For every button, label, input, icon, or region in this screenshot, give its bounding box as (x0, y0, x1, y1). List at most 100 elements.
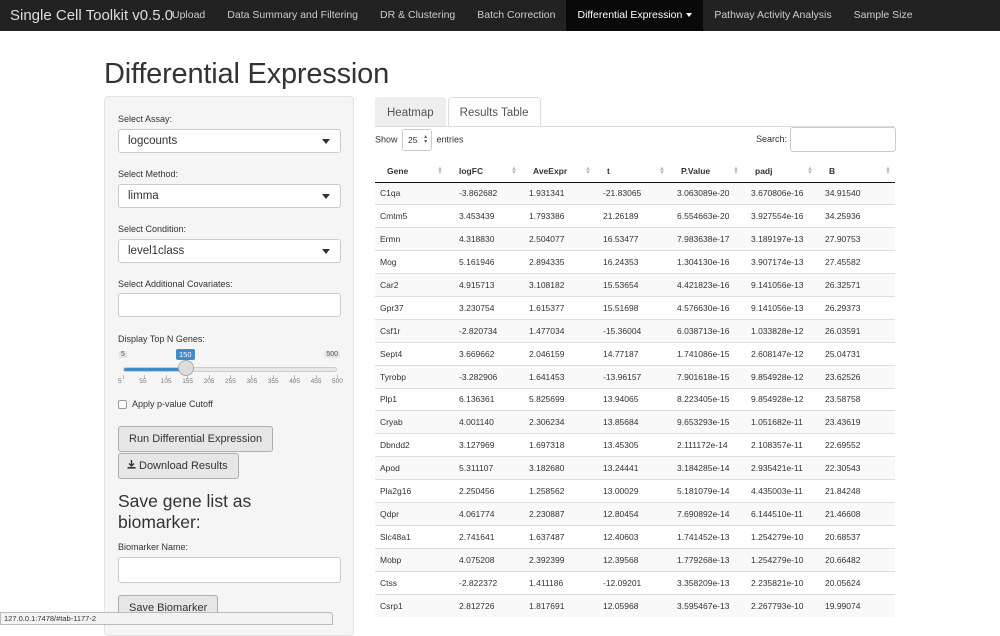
nav-differential-expression[interactable]: Differential Expression (566, 0, 704, 31)
table-row[interactable]: Cryab 4.001140 2.306234 13.85684 9.653293e-1… (375, 410, 895, 434)
table-cell: 1.931341 (521, 181, 595, 205)
table-row[interactable]: Csf1r -2.820734 1.477034 -15.36004 6.038713e… (375, 318, 895, 343)
column-header-t[interactable]: t ▲▼ (595, 160, 669, 183)
table-cell: -15.36004 (595, 318, 669, 343)
table-row[interactable]: Gpr37 3.230754 1.615377 15.51698 4.576630e-1… (375, 295, 895, 320)
biomarker-heading: Save gene list as biomarker: (118, 491, 252, 532)
table-row[interactable]: Dbndd2 3.127969 1.697318 13.45305 2.111172e-… (375, 433, 895, 457)
caret-down-icon (686, 13, 693, 18)
biomarker-name-input[interactable] (118, 557, 341, 583)
tab-heatmap[interactable]: Heatmap (375, 97, 446, 127)
pvalue-cutoff-checkbox[interactable]: Apply p-value Cutoff (118, 399, 213, 410)
table-cell: 34.25936 (817, 204, 895, 228)
table-cell: 5.825699 (521, 387, 595, 411)
table-row[interactable]: Mog 5.161946 2.894335 16.24353 1.304130e-16 3… (375, 250, 895, 274)
top-navbar: Single Cell Toolkit v0.5.0 Upload Data S… (0, 0, 1000, 31)
covariates-input[interactable] (118, 293, 341, 317)
table-cell: 13.24441 (595, 456, 669, 480)
table-cell: 1.817691 (521, 593, 595, 617)
slider-tick-label: 455 (310, 378, 322, 385)
download-results-button[interactable]: Download Results (118, 453, 239, 479)
sort-arrows-icon: ▲▼ (585, 166, 591, 174)
column-header-gene[interactable]: Gene ▲▼ (375, 160, 447, 183)
nav-pathway-activity[interactable]: Pathway Activity Analysis (703, 0, 842, 31)
table-cell: Dbndd2 (375, 433, 447, 457)
table-cell: 4.915713 (447, 273, 521, 297)
slider-tick-label: 55 (139, 378, 147, 385)
table-cell: 16.24353 (595, 250, 669, 274)
nav-sample-size[interactable]: Sample Size (843, 0, 924, 31)
table-row[interactable]: Car2 4.915713 3.108182 15.53654 4.421823e-16… (375, 273, 895, 297)
column-header-logfc[interactable]: logFC ▲▼ (447, 160, 521, 183)
table-cell: 6.038713e-16 (669, 318, 743, 343)
table-cell: 5.181079e-14 (669, 479, 743, 503)
slider-handle[interactable] (177, 360, 194, 376)
table-cell: 21.26189 (595, 204, 669, 228)
table-cell: C1qa (375, 181, 447, 205)
method-select[interactable]: limma (118, 184, 341, 208)
table-cell: 13.85684 (595, 410, 669, 434)
table-row[interactable]: Plp1 6.136361 5.825699 13.94065 8.223405e-15… (375, 387, 895, 411)
column-header-b[interactable]: B ▲▼ (817, 160, 895, 183)
nav-data-summary[interactable]: Data Summary and Filtering (216, 0, 369, 31)
assay-select[interactable]: logcounts (118, 129, 341, 153)
column-header-padj[interactable]: padj ▲▼ (743, 160, 817, 183)
table-cell: 2.608147e-12 (743, 341, 817, 366)
table-cell: -2.820734 (447, 318, 521, 343)
table-row[interactable]: Csrp1 2.812726 1.817691 12.05968 3.595467e-1… (375, 593, 895, 617)
dropdown-arrow-icon (322, 194, 330, 199)
nav-batch-correction[interactable]: Batch Correction (466, 0, 566, 31)
table-row[interactable]: Sept4 3.669662 2.046159 14.77187 1.741086e-1… (375, 341, 895, 366)
table-row[interactable]: Pla2g16 2.250456 1.258562 13.00029 5.181079e… (375, 479, 895, 503)
result-tabs: Heatmap Results Table (375, 97, 543, 127)
table-cell: 1.697318 (521, 433, 595, 457)
table-row[interactable]: Ctss -2.822372 1.411186 -12.09201 3.358209e-… (375, 570, 895, 595)
table-cell: 3.358209e-13 (669, 570, 743, 595)
table-row[interactable]: Slc48a1 2.741641 1.637487 12.40603 1.741452e… (375, 524, 895, 549)
table-search: Search: (756, 127, 897, 152)
slider-track[interactable] (123, 367, 337, 372)
search-input[interactable] (790, 127, 897, 152)
table-cell: 2.250456 (447, 479, 521, 503)
table-row[interactable]: Ermn 4.318830 2.504077 16.53477 7.983638e-17… (375, 227, 895, 251)
slider-max-label: 500 (324, 351, 340, 358)
table-cell: 1.033828e-12 (743, 318, 817, 343)
table-row[interactable]: Tyrobp -3.282906 1.641453 -13.96157 7.901618… (375, 364, 895, 389)
nav-dr-clustering[interactable]: DR & Clustering (369, 0, 466, 31)
entries-select[interactable]: 25 ▲ ▼ (402, 129, 433, 151)
slider-ticks: 5 55 105 155 205 255 305 355 405 455 500 (118, 375, 343, 389)
table-cell: 3.127969 (447, 433, 521, 457)
table-cell: Csrp1 (375, 593, 447, 617)
table-row[interactable]: Mobp 4.075208 2.392399 12.39568 1.779268e-13… (375, 547, 895, 572)
slider-value-label: 150 (176, 349, 195, 360)
table-cell: 1.304130e-16 (669, 250, 743, 274)
table-cell: Gpr37 (375, 295, 447, 320)
tab-results-table[interactable]: Results Table (447, 97, 541, 127)
run-de-button[interactable]: Run Differential Expression (118, 426, 274, 452)
table-cell: 2.111172e-14 (669, 433, 743, 457)
table-row[interactable]: Apod 5.311107 3.182680 13.24441 3.184285e-14… (375, 456, 895, 480)
condition-select[interactable]: level1class (118, 239, 341, 263)
table-row[interactable]: C1qa -3.862682 1.931341 -21.83065 3.063089e-… (375, 181, 895, 205)
app-brand[interactable]: Single Cell Toolkit v0.5.0 (10, 7, 173, 24)
nav-upload[interactable]: Upload (161, 0, 216, 31)
column-header-p-value[interactable]: P.Value ▲▼ (669, 160, 743, 183)
topn-slider[interactable]: 5 150 500 5 55 105 155 205 255 305 355 405 455 500 (118, 345, 343, 389)
table-row[interactable]: Cmtm5 3.453439 1.793386 21.26189 6.554663e-2… (375, 204, 895, 228)
table-cell: 1.637487 (521, 524, 595, 549)
column-header-aveexpr[interactable]: AveExpr ▲▼ (521, 160, 595, 183)
updown-arrow-icon: ▲ ▼ (423, 134, 429, 145)
table-cell: 4.435003e-11 (743, 479, 817, 503)
table-cell: 21.84248 (817, 479, 895, 503)
column-header-label: Gene (387, 165, 409, 176)
table-row[interactable]: Qdpr 4.061774 2.230887 12.80454 7.690892e-14… (375, 501, 895, 526)
checkbox-box[interactable] (118, 400, 127, 410)
table-cell: 6.554663e-20 (669, 204, 743, 228)
table-cell: 2.392399 (521, 547, 595, 572)
column-header-label: padj (755, 165, 773, 176)
slider-tick-label: 155 (182, 378, 194, 385)
sort-arrows-icon: ▲▼ (437, 166, 443, 174)
table-cell: 2.812726 (447, 593, 521, 617)
column-header-label: P.Value (681, 165, 711, 176)
condition-label: Select Condition: (118, 224, 187, 234)
